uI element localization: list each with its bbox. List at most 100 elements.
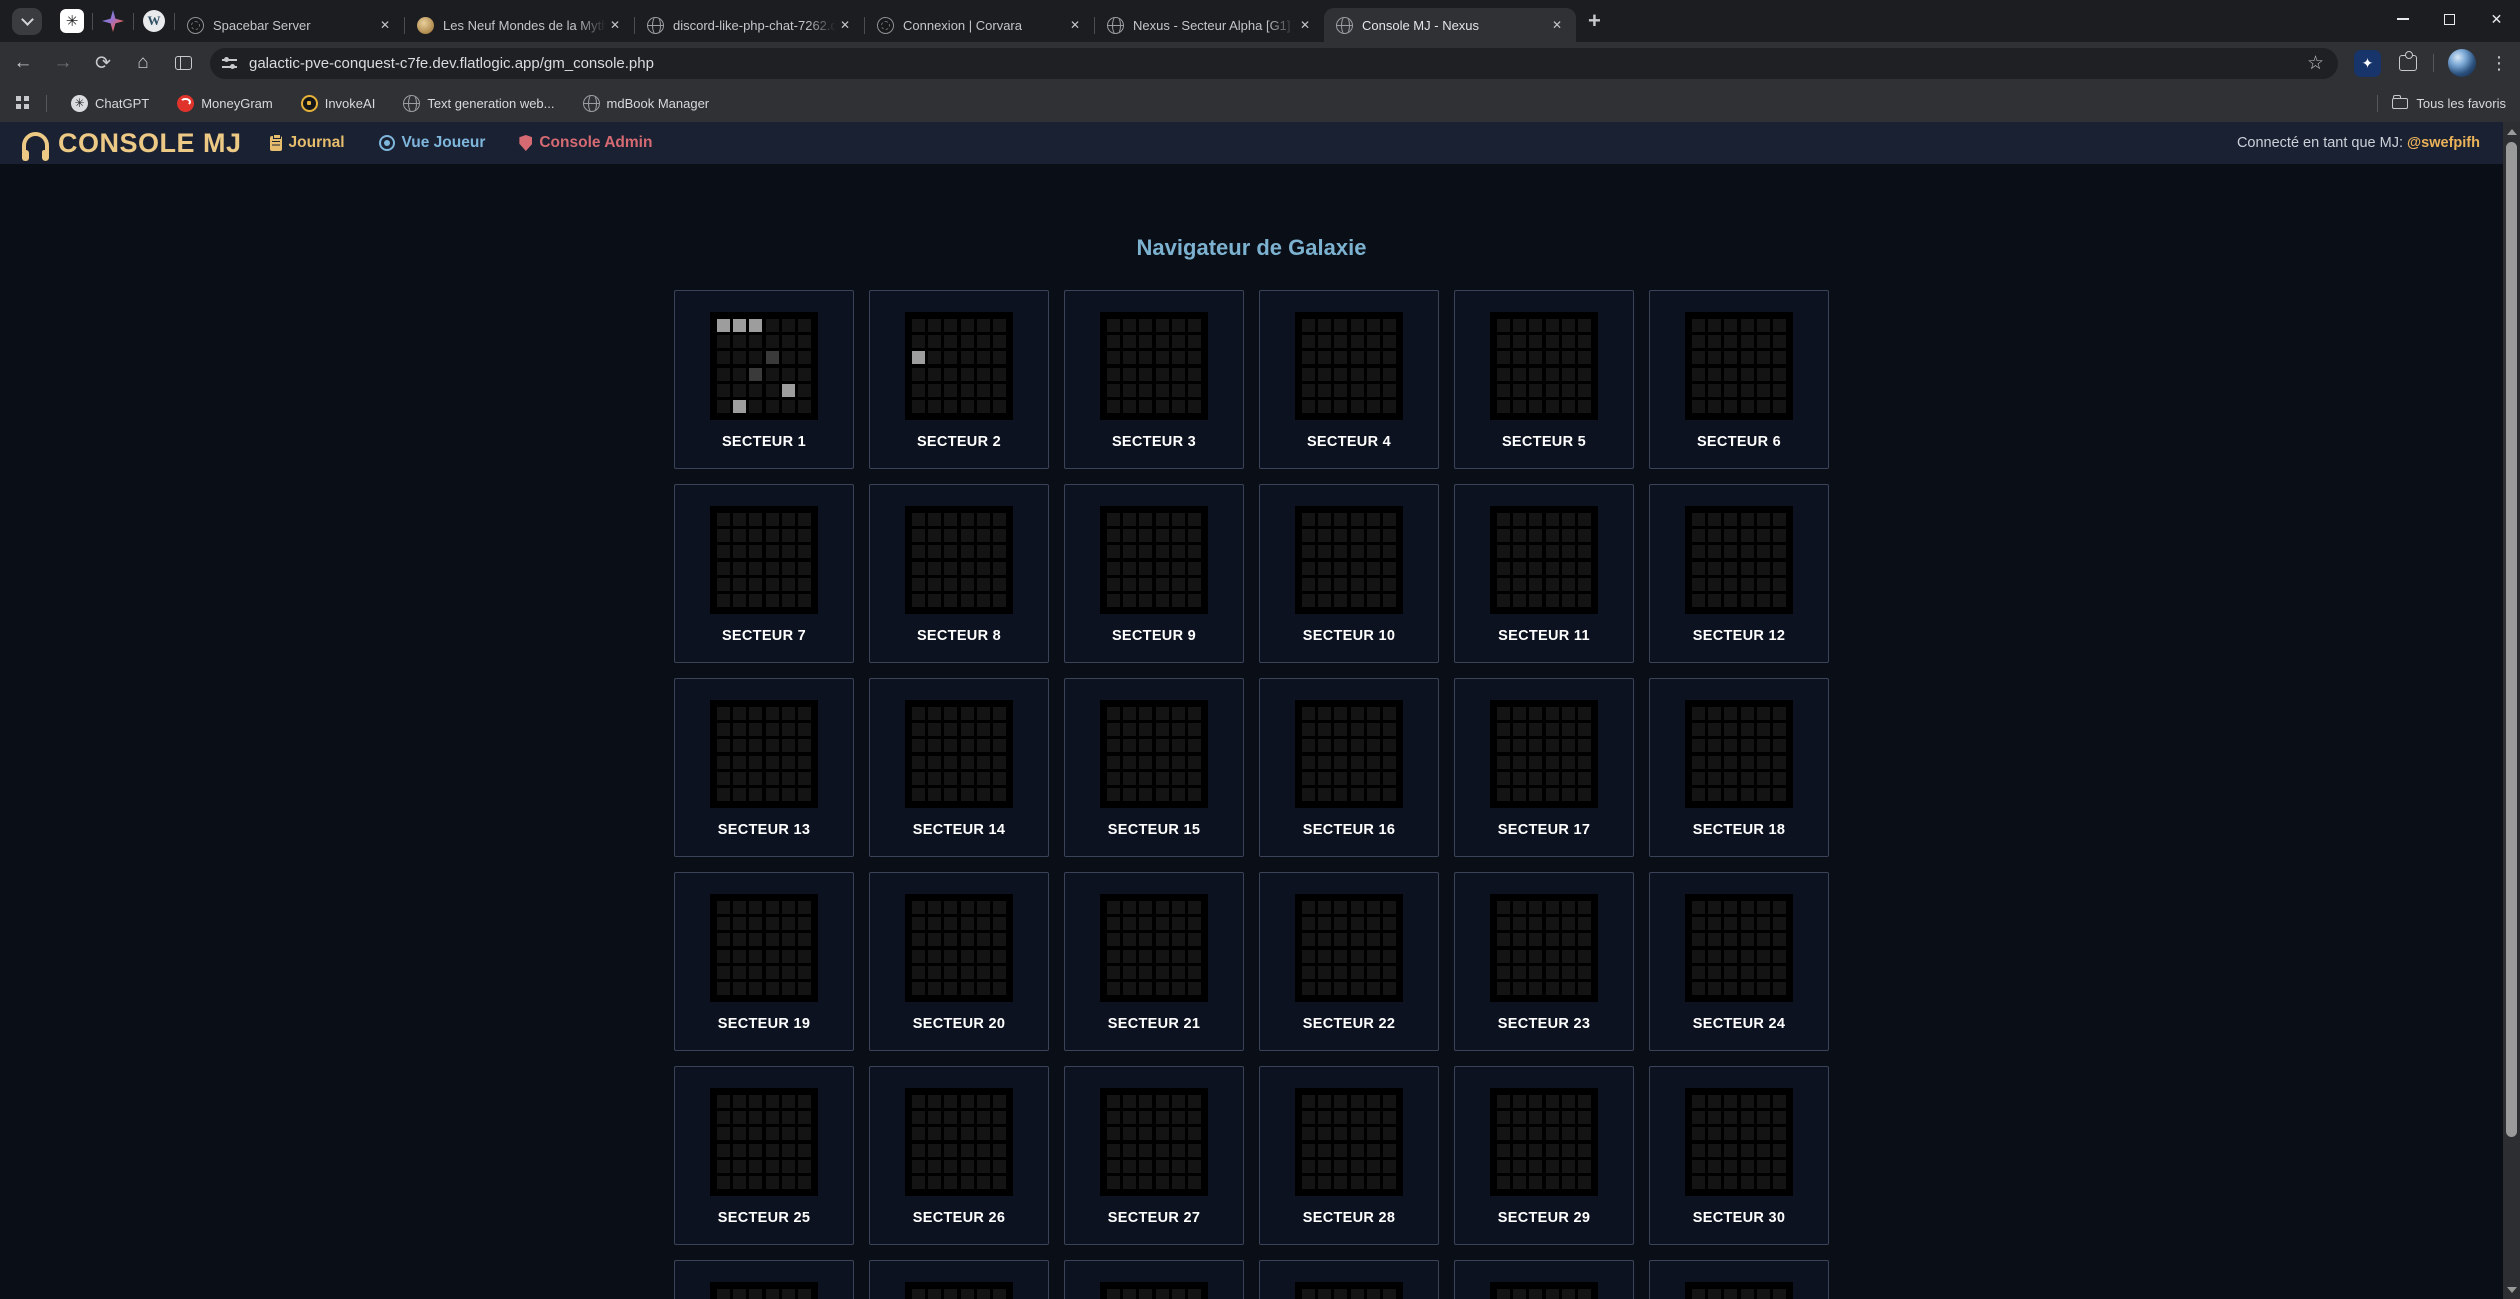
- sector-card-23[interactable]: SECTEUR 23: [1454, 872, 1634, 1051]
- tab-close-icon[interactable]: ✕: [606, 16, 624, 34]
- sector-card-3[interactable]: SECTEUR 3: [1064, 290, 1244, 469]
- sector-cell: [1741, 917, 1754, 930]
- sector-cell: [1188, 562, 1201, 575]
- sector-cell: [717, 400, 730, 413]
- sector-card-34[interactable]: SECTEUR 34: [1259, 1260, 1439, 1299]
- sector-card-12[interactable]: SECTEUR 12: [1649, 484, 1829, 663]
- bookmark-item[interactable]: Text generation web...: [393, 91, 564, 116]
- sector-cell: [977, 1176, 990, 1189]
- maximize-button[interactable]: [2426, 0, 2473, 38]
- sector-cell: [749, 1144, 762, 1157]
- minimize-button[interactable]: [2379, 0, 2426, 38]
- sector-card-33[interactable]: SECTEUR 33: [1064, 1260, 1244, 1299]
- sector-cell: [1318, 594, 1331, 607]
- sector-label: SECTEUR 20: [870, 1016, 1048, 1032]
- sector-card-19[interactable]: SECTEUR 19: [674, 872, 854, 1051]
- pinned-tab[interactable]: [93, 4, 133, 38]
- bookmark-item[interactable]: MoneyGram: [167, 91, 283, 116]
- sector-card-7[interactable]: SECTEUR 7: [674, 484, 854, 663]
- sector-card-35[interactable]: SECTEUR 35: [1454, 1260, 1634, 1299]
- extension-pinned-icon[interactable]: ✦: [2354, 50, 2381, 77]
- tab-close-icon[interactable]: ✕: [1066, 16, 1084, 34]
- sector-card-36[interactable]: SECTEUR 36: [1649, 1260, 1829, 1299]
- home-button[interactable]: ⌂: [126, 46, 160, 80]
- app-logo[interactable]: CONSOLE MJ: [22, 128, 242, 159]
- sector-card-2[interactable]: SECTEUR 2: [869, 290, 1049, 469]
- sector-card-28[interactable]: SECTEUR 28: [1259, 1066, 1439, 1245]
- browser-tab[interactable]: Spacebar Server✕: [175, 8, 404, 42]
- bookmark-item[interactable]: InvokeAI: [291, 91, 386, 116]
- sector-card-29[interactable]: SECTEUR 29: [1454, 1066, 1634, 1245]
- tab-search-button[interactable]: [12, 8, 42, 35]
- sector-card-6[interactable]: SECTEUR 6: [1649, 290, 1829, 469]
- sector-card-26[interactable]: SECTEUR 26: [869, 1066, 1049, 1245]
- nav-vue-joueur[interactable]: Vue Joueur: [379, 134, 486, 152]
- sector-card-25[interactable]: SECTEUR 25: [674, 1066, 854, 1245]
- sector-cell: [798, 562, 811, 575]
- browser-tab[interactable]: discord-like-php-chat-7262.dev✕: [635, 8, 864, 42]
- tab-close-icon[interactable]: ✕: [1548, 16, 1566, 34]
- sector-cell: [928, 1144, 941, 1157]
- new-tab-button[interactable]: +: [1588, 8, 1601, 34]
- sector-card-16[interactable]: SECTEUR 16: [1259, 678, 1439, 857]
- sector-cell: [1741, 707, 1754, 720]
- sector-cell: [782, 950, 795, 963]
- site-settings-icon[interactable]: [222, 57, 237, 70]
- sector-cell: [928, 1127, 941, 1140]
- browser-tab[interactable]: Les Neuf Mondes de la Mythol✕: [405, 8, 634, 42]
- sector-card-13[interactable]: SECTEUR 13: [674, 678, 854, 857]
- tab-close-icon[interactable]: ✕: [1296, 16, 1314, 34]
- sector-cell: [1546, 739, 1559, 752]
- sector-card-4[interactable]: SECTEUR 4: [1259, 290, 1439, 469]
- browser-menu-icon[interactable]: ⋮: [2490, 53, 2508, 74]
- sector-card-31[interactable]: SECTEUR 31: [674, 1260, 854, 1299]
- scrollbar-up-arrow[interactable]: [2503, 123, 2520, 140]
- sector-card-30[interactable]: SECTEUR 30: [1649, 1066, 1829, 1245]
- reload-button[interactable]: ⟳: [86, 46, 120, 80]
- sector-card-20[interactable]: SECTEUR 20: [869, 872, 1049, 1051]
- sector-card-15[interactable]: SECTEUR 15: [1064, 678, 1244, 857]
- url-text[interactable]: galactic-pve-conquest-c7fe.dev.flatlogic…: [249, 55, 2303, 72]
- browser-tab-active[interactable]: Console MJ - Nexus✕: [1324, 8, 1576, 42]
- sector-card-24[interactable]: SECTEUR 24: [1649, 872, 1829, 1051]
- tab-close-icon[interactable]: ✕: [376, 16, 394, 34]
- sector-cell: [928, 368, 941, 381]
- nav-console-admin[interactable]: Console Admin: [519, 134, 652, 152]
- sector-card-1[interactable]: SECTEUR 1: [674, 290, 854, 469]
- sector-card-11[interactable]: SECTEUR 11: [1454, 484, 1634, 663]
- pinned-tab[interactable]: ✳: [52, 4, 92, 38]
- sector-card-22[interactable]: SECTEUR 22: [1259, 872, 1439, 1051]
- browser-tab[interactable]: Nexus - Secteur Alpha [G1]✕: [1095, 8, 1324, 42]
- bookmark-item[interactable]: ✳ChatGPT: [61, 91, 159, 116]
- sector-card-10[interactable]: SECTEUR 10: [1259, 484, 1439, 663]
- sector-card-17[interactable]: SECTEUR 17: [1454, 678, 1634, 857]
- forward-button[interactable]: →: [46, 46, 80, 80]
- sector-card-9[interactable]: SECTEUR 9: [1064, 484, 1244, 663]
- nav-journal[interactable]: Journal: [270, 134, 345, 152]
- sector-cell: [766, 917, 779, 930]
- sector-cell: [944, 933, 957, 946]
- sector-card-18[interactable]: SECTEUR 18: [1649, 678, 1829, 857]
- back-button[interactable]: ←: [6, 46, 40, 80]
- sector-card-5[interactable]: SECTEUR 5: [1454, 290, 1634, 469]
- page-scrollbar[interactable]: [2503, 122, 2520, 1299]
- profile-avatar[interactable]: [2448, 49, 2476, 77]
- extensions-puzzle-icon[interactable]: [2399, 55, 2417, 71]
- bookmark-item[interactable]: mdBook Manager: [573, 91, 720, 116]
- scrollbar-thumb[interactable]: [2506, 142, 2517, 1137]
- close-button[interactable]: ✕: [2473, 0, 2520, 38]
- sector-card-32[interactable]: SECTEUR 32: [869, 1260, 1049, 1299]
- scrollbar-down-arrow[interactable]: [2503, 1281, 2520, 1298]
- tab-close-icon[interactable]: ✕: [836, 16, 854, 34]
- apps-grid-icon[interactable]: [16, 96, 30, 110]
- sector-card-27[interactable]: SECTEUR 27: [1064, 1066, 1244, 1245]
- address-bar[interactable]: galactic-pve-conquest-c7fe.dev.flatlogic…: [210, 48, 2338, 79]
- sector-card-8[interactable]: SECTEUR 8: [869, 484, 1049, 663]
- sector-card-14[interactable]: SECTEUR 14: [869, 678, 1049, 857]
- sector-card-21[interactable]: SECTEUR 21: [1064, 872, 1244, 1051]
- side-panel-button[interactable]: [166, 46, 200, 80]
- browser-tab[interactable]: Connexion | Corvara✕: [865, 8, 1094, 42]
- pinned-tab[interactable]: W: [134, 4, 174, 38]
- all-bookmarks[interactable]: Tous les favoris: [2377, 95, 2520, 112]
- bookmark-star-icon[interactable]: ☆: [2303, 52, 2328, 75]
